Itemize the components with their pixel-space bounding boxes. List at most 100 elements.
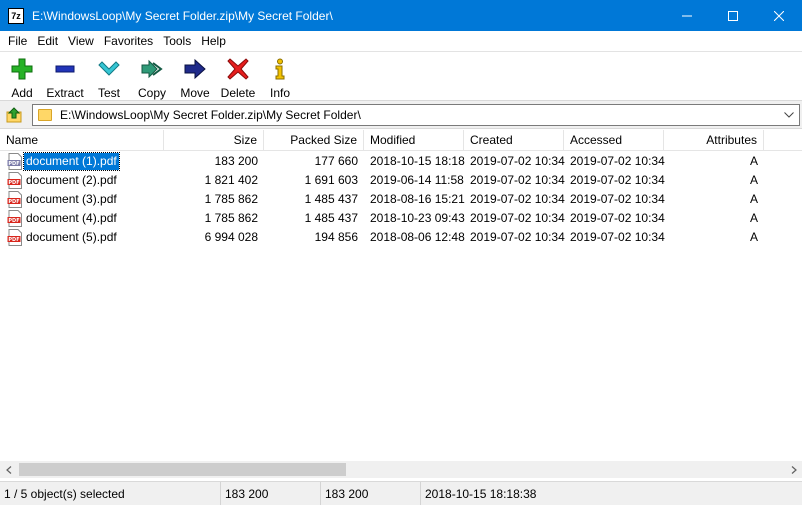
file-accessed: 2019-07-02 10:34 bbox=[570, 230, 665, 244]
svg-text:PDF: PDF bbox=[8, 161, 19, 167]
chevron-left-icon bbox=[5, 465, 11, 474]
menu-help[interactable]: Help bbox=[196, 31, 231, 51]
file-attributes: A bbox=[749, 154, 758, 168]
file-accessed: 2019-07-02 10:34 bbox=[570, 192, 665, 206]
app-icon[interactable]: 7z bbox=[8, 7, 24, 24]
pdf-file-icon: PDF bbox=[7, 210, 22, 227]
file-attributes: A bbox=[749, 211, 758, 225]
address-combobox[interactable]: E:\WindowsLoop\My Secret Folder.zip\My S… bbox=[32, 104, 800, 126]
move-label: Move bbox=[180, 86, 210, 100]
menu-edit[interactable]: Edit bbox=[32, 31, 63, 51]
menu-tools[interactable]: Tools bbox=[158, 31, 196, 51]
address-bar: E:\WindowsLoop\My Secret Folder.zip\My S… bbox=[0, 100, 802, 129]
column-header-name[interactable]: Name bbox=[0, 130, 164, 151]
status-modified: 2018-10-15 18:18:38 bbox=[425, 487, 537, 501]
file-size: 1 785 862 bbox=[204, 211, 258, 225]
test-button[interactable]: Test bbox=[88, 52, 130, 100]
file-name[interactable]: document (5).pdf bbox=[24, 229, 119, 246]
arrow-right-icon bbox=[183, 57, 207, 81]
test-label: Test bbox=[97, 86, 120, 100]
column-header-size[interactable]: Size bbox=[164, 130, 264, 151]
file-modified: 2018-08-16 15:21 bbox=[370, 192, 465, 206]
info-icon bbox=[268, 57, 292, 81]
column-header-accessed[interactable]: Accessed bbox=[564, 130, 664, 151]
maximize-button[interactable] bbox=[710, 0, 756, 31]
file-name[interactable]: document (2).pdf bbox=[24, 172, 119, 189]
file-list[interactable]: Name Size Packed Size Modified Created A… bbox=[0, 130, 802, 460]
window-title: E:\WindowsLoop\My Secret Folder.zip\My S… bbox=[32, 8, 333, 23]
up-folder-button[interactable] bbox=[4, 105, 24, 125]
file-created: 2019-07-02 10:34 bbox=[470, 230, 565, 244]
table-row[interactable]: PDF document (3).pdf 1 785 862 1 485 437… bbox=[0, 190, 802, 209]
menu-favorites[interactable]: Favorites bbox=[99, 31, 158, 51]
minus-icon bbox=[53, 57, 77, 81]
file-created: 2019-07-02 10:34 bbox=[470, 154, 565, 168]
file-packed-size: 177 660 bbox=[314, 154, 358, 168]
file-accessed: 2019-07-02 10:34 bbox=[570, 173, 665, 187]
delete-label: Delete bbox=[220, 86, 256, 100]
double-arrow-icon bbox=[140, 57, 164, 81]
pdf-file-icon: PDF bbox=[7, 153, 22, 170]
delete-button[interactable]: Delete bbox=[216, 52, 260, 100]
svg-text:PDF: PDF bbox=[8, 237, 19, 243]
maximize-icon bbox=[728, 10, 738, 21]
status-packed-size: 183 200 bbox=[321, 482, 421, 505]
copy-button[interactable]: Copy bbox=[130, 52, 174, 100]
menu-view[interactable]: View bbox=[63, 31, 99, 51]
file-name[interactable]: document (1).pdf bbox=[23, 152, 120, 171]
folder-icon bbox=[38, 109, 52, 121]
file-packed-size: 1 691 603 bbox=[304, 173, 358, 187]
column-header-packed-size[interactable]: Packed Size bbox=[264, 130, 364, 151]
scroll-left-button[interactable] bbox=[0, 461, 17, 478]
file-packed-size: 1 485 437 bbox=[304, 211, 358, 225]
status-size: 183 200 bbox=[221, 482, 321, 505]
file-attributes: A bbox=[749, 173, 758, 187]
extract-button[interactable]: Extract bbox=[42, 52, 88, 100]
column-header-attributes[interactable]: Attributes bbox=[664, 130, 764, 151]
svg-text:PDF: PDF bbox=[8, 218, 19, 224]
file-accessed: 2019-07-02 10:34 bbox=[570, 211, 665, 225]
file-name[interactable]: document (4).pdf bbox=[24, 210, 119, 227]
file-modified: 2018-08-06 12:48 bbox=[370, 230, 465, 244]
file-size: 1 821 402 bbox=[204, 173, 258, 187]
menu-file[interactable]: File bbox=[2, 31, 32, 51]
file-created: 2019-07-02 10:34 bbox=[470, 192, 565, 206]
address-path[interactable]: E:\WindowsLoop\My Secret Folder.zip\My S… bbox=[60, 108, 779, 122]
status-selection: 1 / 5 object(s) selected bbox=[0, 482, 221, 505]
file-attributes: A bbox=[749, 230, 758, 244]
horizontal-scrollbar[interactable] bbox=[0, 461, 802, 478]
scroll-right-button[interactable] bbox=[785, 461, 802, 478]
file-accessed: 2019-07-02 10:34 bbox=[570, 154, 665, 168]
check-icon bbox=[97, 57, 121, 81]
window-controls bbox=[664, 0, 802, 31]
file-name[interactable]: document (3).pdf bbox=[24, 191, 119, 208]
column-header-created[interactable]: Created bbox=[464, 130, 564, 151]
table-row[interactable]: PDF document (1).pdf 183 200 177 660 201… bbox=[0, 152, 802, 171]
scrollbar-thumb[interactable] bbox=[19, 463, 346, 476]
file-created: 2019-07-02 10:34 bbox=[470, 173, 565, 187]
minimize-icon bbox=[682, 15, 692, 16]
table-row[interactable]: PDF document (4).pdf 1 785 862 1 485 437… bbox=[0, 209, 802, 228]
chevron-down-icon bbox=[784, 112, 794, 118]
table-row[interactable]: PDF document (5).pdf 6 994 028 194 856 2… bbox=[0, 228, 802, 247]
plus-icon bbox=[10, 57, 34, 81]
up-folder-icon bbox=[6, 107, 22, 123]
column-header-modified[interactable]: Modified bbox=[364, 130, 464, 151]
table-row[interactable]: PDF document (2).pdf 1 821 402 1 691 603… bbox=[0, 171, 802, 190]
svg-text:PDF: PDF bbox=[8, 180, 19, 186]
close-icon bbox=[774, 10, 784, 21]
status-bar: 1 / 5 object(s) selected 183 200 183 200… bbox=[0, 481, 802, 505]
extract-label: Extract bbox=[46, 86, 84, 100]
info-label: Info bbox=[269, 86, 290, 100]
file-size: 183 200 bbox=[214, 154, 258, 168]
menu-bar: File Edit View Favorites Tools Help bbox=[0, 31, 802, 51]
file-attributes: A bbox=[749, 192, 758, 206]
address-dropdown-button[interactable] bbox=[779, 105, 799, 125]
info-button[interactable]: Info bbox=[260, 52, 300, 100]
add-button[interactable]: Add bbox=[2, 52, 42, 100]
x-icon bbox=[226, 57, 250, 81]
list-header: Name Size Packed Size Modified Created A… bbox=[0, 130, 802, 151]
close-button[interactable] bbox=[756, 0, 802, 31]
minimize-button[interactable] bbox=[664, 0, 710, 31]
move-button[interactable]: Move bbox=[174, 52, 216, 100]
